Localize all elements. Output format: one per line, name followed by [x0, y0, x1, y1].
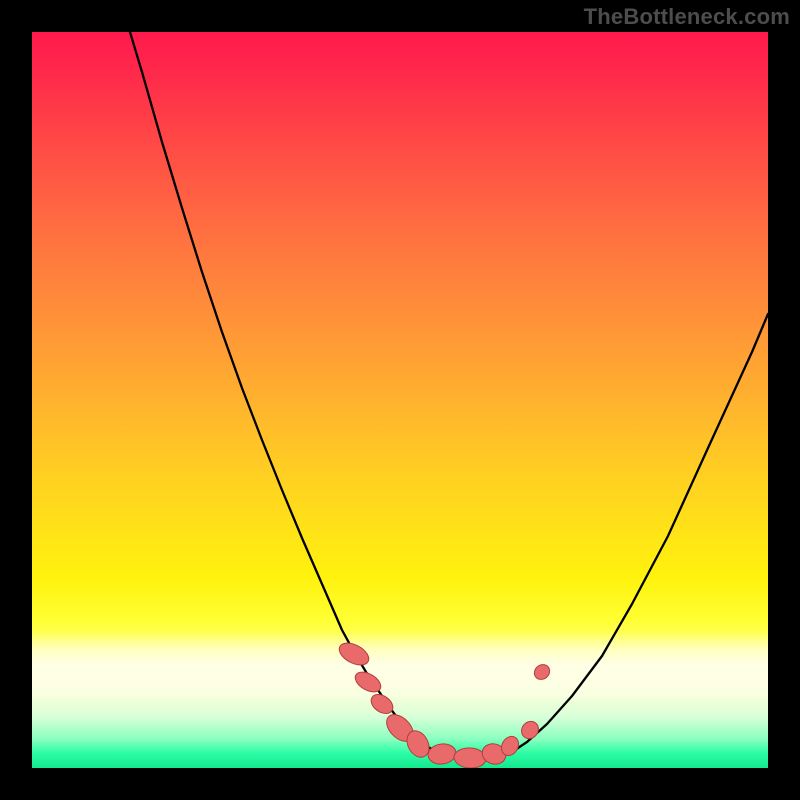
data-marker	[427, 742, 458, 766]
data-marker	[518, 718, 542, 742]
watermark-text: TheBottleneck.com	[584, 4, 790, 30]
data-marker	[453, 747, 486, 768]
data-marker	[336, 639, 373, 670]
data-markers	[336, 639, 553, 768]
chart-plot-area	[32, 32, 768, 768]
data-curve	[130, 32, 768, 760]
data-marker	[531, 661, 552, 682]
chart-frame: TheBottleneck.com	[0, 0, 800, 800]
chart-svg	[32, 32, 768, 768]
